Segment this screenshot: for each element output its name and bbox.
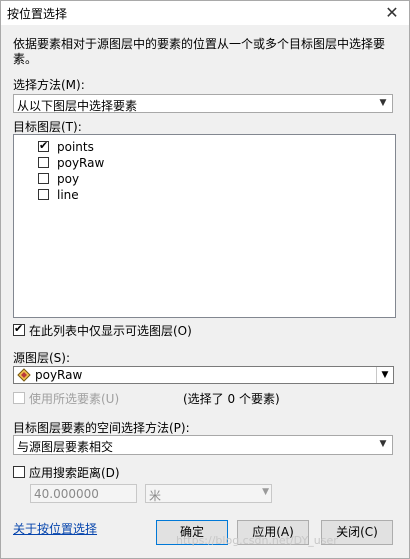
only-selectable-label: 在此列表中仅显示可选图层(O) (29, 324, 192, 338)
help-link[interactable]: 关于按位置选择 (13, 520, 97, 537)
search-distance-checkbox[interactable] (13, 466, 25, 478)
description-text: 依据要素相对于源图层中的要素的位置从一个或多个目标图层中选择要素。 (13, 37, 386, 66)
use-selected-checkbox[interactable] (13, 392, 25, 404)
use-selected-label: 使用所选要素(U) (29, 392, 120, 406)
search-distance-value: 40.000000 (34, 487, 99, 501)
close-icon[interactable]: ✕ (379, 2, 405, 24)
layer-label: poyRaw (57, 156, 105, 170)
source-layer-dropdown[interactable]: poyRaw ▼ (13, 366, 394, 384)
source-layer-label: 源图层(S): (13, 351, 71, 365)
chevron-down-icon[interactable]: ▼ (262, 487, 269, 497)
only-selectable-checkbox[interactable]: ✔ (13, 322, 25, 336)
source-layer-value: poyRaw (35, 368, 83, 382)
watermark-text: https://blog.csdn.net/DY_user (176, 534, 338, 547)
select-by-location-dialog: 按位置选择 ✕ 依据要素相对于源图层中的要素的位置从一个或多个目标图层中选择要素… (0, 0, 410, 559)
selected-count-text: (选择了 0 个要素) (183, 392, 280, 406)
polygon-layer-icon (17, 368, 31, 382)
spatial-method-label: 目标图层要素的空间选择方法(P): (13, 421, 190, 435)
layer-label: points (57, 140, 94, 154)
checkmark-icon: ✔ (14, 322, 24, 335)
poyraw-checkbox[interactable] (38, 157, 49, 168)
points-checkbox[interactable]: ✔ (38, 139, 49, 152)
window-title: 按位置选择 (7, 7, 68, 21)
spatial-method-value: 与源图层要素相交 (17, 440, 114, 454)
target-layers-list[interactable]: ✔ points poyRaw poy line (13, 134, 396, 318)
spatial-method-dropdown[interactable]: 与源图层要素相交 ▼ (13, 435, 393, 455)
chevron-down-icon[interactable]: ▼ (376, 367, 393, 383)
layer-label: poy (57, 172, 80, 186)
chevron-down-icon[interactable]: ▼ (375, 96, 391, 111)
search-distance-input[interactable]: 40.000000 (30, 484, 137, 503)
selection-method-dropdown[interactable]: 从以下图层中选择要素 ▼ (13, 94, 393, 113)
selection-method-label: 选择方法(M): (13, 78, 85, 92)
search-distance-label: 应用搜索距离(D) (29, 466, 120, 480)
checkmark-icon: ✔ (39, 139, 49, 152)
distance-unit-dropdown[interactable]: 米 ▼ (145, 484, 272, 503)
line-checkbox[interactable] (38, 189, 49, 200)
chevron-down-icon[interactable]: ▼ (375, 437, 391, 452)
distance-unit-value: 米 (149, 489, 162, 503)
selection-method-value: 从以下图层中选择要素 (17, 99, 138, 113)
poy-checkbox[interactable] (38, 173, 49, 184)
layer-label: line (57, 188, 79, 202)
title-bar[interactable]: 按位置选择 ✕ (1, 1, 409, 25)
target-layers-label: 目标图层(T): (13, 120, 82, 134)
